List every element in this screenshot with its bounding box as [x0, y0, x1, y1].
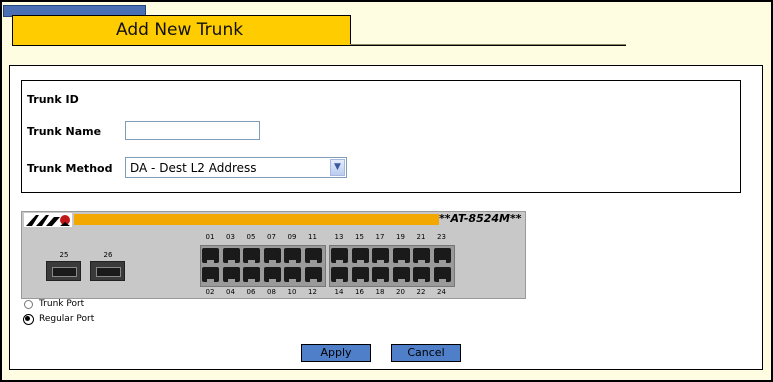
port-label-13: 13	[334, 233, 344, 241]
port-label-01: 01	[205, 233, 215, 241]
port-01[interactable]	[202, 248, 219, 264]
port-04[interactable]	[222, 267, 240, 283]
port-label-02: 02	[205, 288, 215, 296]
port-label-23: 23	[437, 233, 446, 241]
cancel-button[interactable]: Cancel	[391, 344, 461, 362]
port-label-08: 08	[267, 288, 276, 296]
port-20[interactable]	[392, 267, 410, 283]
trunk-name-label: Trunk Name	[27, 125, 102, 138]
trunk-method-label: Trunk Method	[27, 162, 113, 175]
port-19[interactable]	[392, 248, 410, 264]
port-05[interactable]	[243, 248, 260, 264]
trunk-method-select[interactable]: DA - Dest L2 Address ▼	[125, 157, 347, 178]
port-14[interactable]	[331, 267, 348, 283]
port-label-09: 09	[287, 233, 297, 241]
port-label-20: 20	[396, 288, 405, 296]
port-26[interactable]	[90, 261, 125, 281]
trunk-id-label: Trunk ID	[27, 93, 79, 106]
switch-faceplate: **AT-8524M** 25 26 01 02 03 04 05 06 07 08 09 10 1…	[21, 211, 526, 299]
apply-button[interactable]: Apply	[301, 344, 371, 362]
port-label-17: 17	[375, 233, 385, 241]
trunk-name-input[interactable]	[125, 121, 260, 140]
port-label-12: 12	[308, 288, 317, 296]
port-22[interactable]	[413, 267, 430, 283]
chevron-down-icon[interactable]: ▼	[330, 159, 345, 176]
port-23[interactable]	[433, 248, 451, 264]
regular-port-radio[interactable]	[23, 314, 34, 325]
switch-model-label: **AT-8524M**	[439, 212, 522, 225]
port-label-18: 18	[375, 288, 385, 296]
title-underline	[12, 45, 626, 46]
port-label-06: 06	[246, 288, 256, 296]
port-07[interactable]	[263, 248, 281, 264]
port-label-24: 24	[437, 288, 446, 296]
port-label-11: 11	[308, 233, 317, 241]
port-label-25: 25	[59, 251, 69, 259]
port-label-19: 19	[396, 233, 405, 241]
trunk-port-label: Trunk Port	[39, 299, 85, 309]
allied-telesyn-logo	[24, 213, 72, 227]
trunk-method-value: DA - Dest L2 Address	[130, 161, 257, 175]
regular-port-label: Regular Port	[39, 314, 95, 324]
port-label-10: 10	[287, 288, 297, 296]
port-15[interactable]	[351, 248, 369, 264]
port-25[interactable]	[46, 261, 81, 281]
port-label-15: 15	[355, 233, 364, 241]
port-label-05: 05	[246, 233, 256, 241]
port-12[interactable]	[304, 267, 322, 283]
port-11[interactable]	[304, 248, 322, 264]
port-21[interactable]	[413, 248, 430, 264]
port-label-22: 22	[416, 288, 426, 296]
port-label-04: 04	[226, 288, 235, 296]
port-09[interactable]	[284, 248, 301, 264]
port-label-03: 03	[226, 233, 235, 241]
port-13[interactable]	[331, 248, 348, 264]
port-18[interactable]	[372, 267, 389, 283]
page-title: Add New Trunk	[116, 20, 244, 40]
switch-stripe	[74, 214, 439, 225]
port-label-07: 07	[267, 233, 276, 241]
port-label-16: 16	[355, 288, 364, 296]
port-06[interactable]	[243, 267, 260, 283]
port-label-26: 26	[103, 251, 113, 259]
port-08[interactable]	[263, 267, 281, 283]
trunk-port-radio[interactable]	[24, 300, 33, 309]
port-24[interactable]	[433, 267, 451, 283]
port-02[interactable]	[202, 267, 219, 283]
port-16[interactable]	[351, 267, 369, 283]
port-17[interactable]	[372, 248, 389, 264]
port-10[interactable]	[284, 267, 301, 283]
port-03[interactable]	[222, 248, 240, 264]
port-label-21: 21	[416, 233, 426, 241]
port-label-14: 14	[334, 288, 344, 296]
